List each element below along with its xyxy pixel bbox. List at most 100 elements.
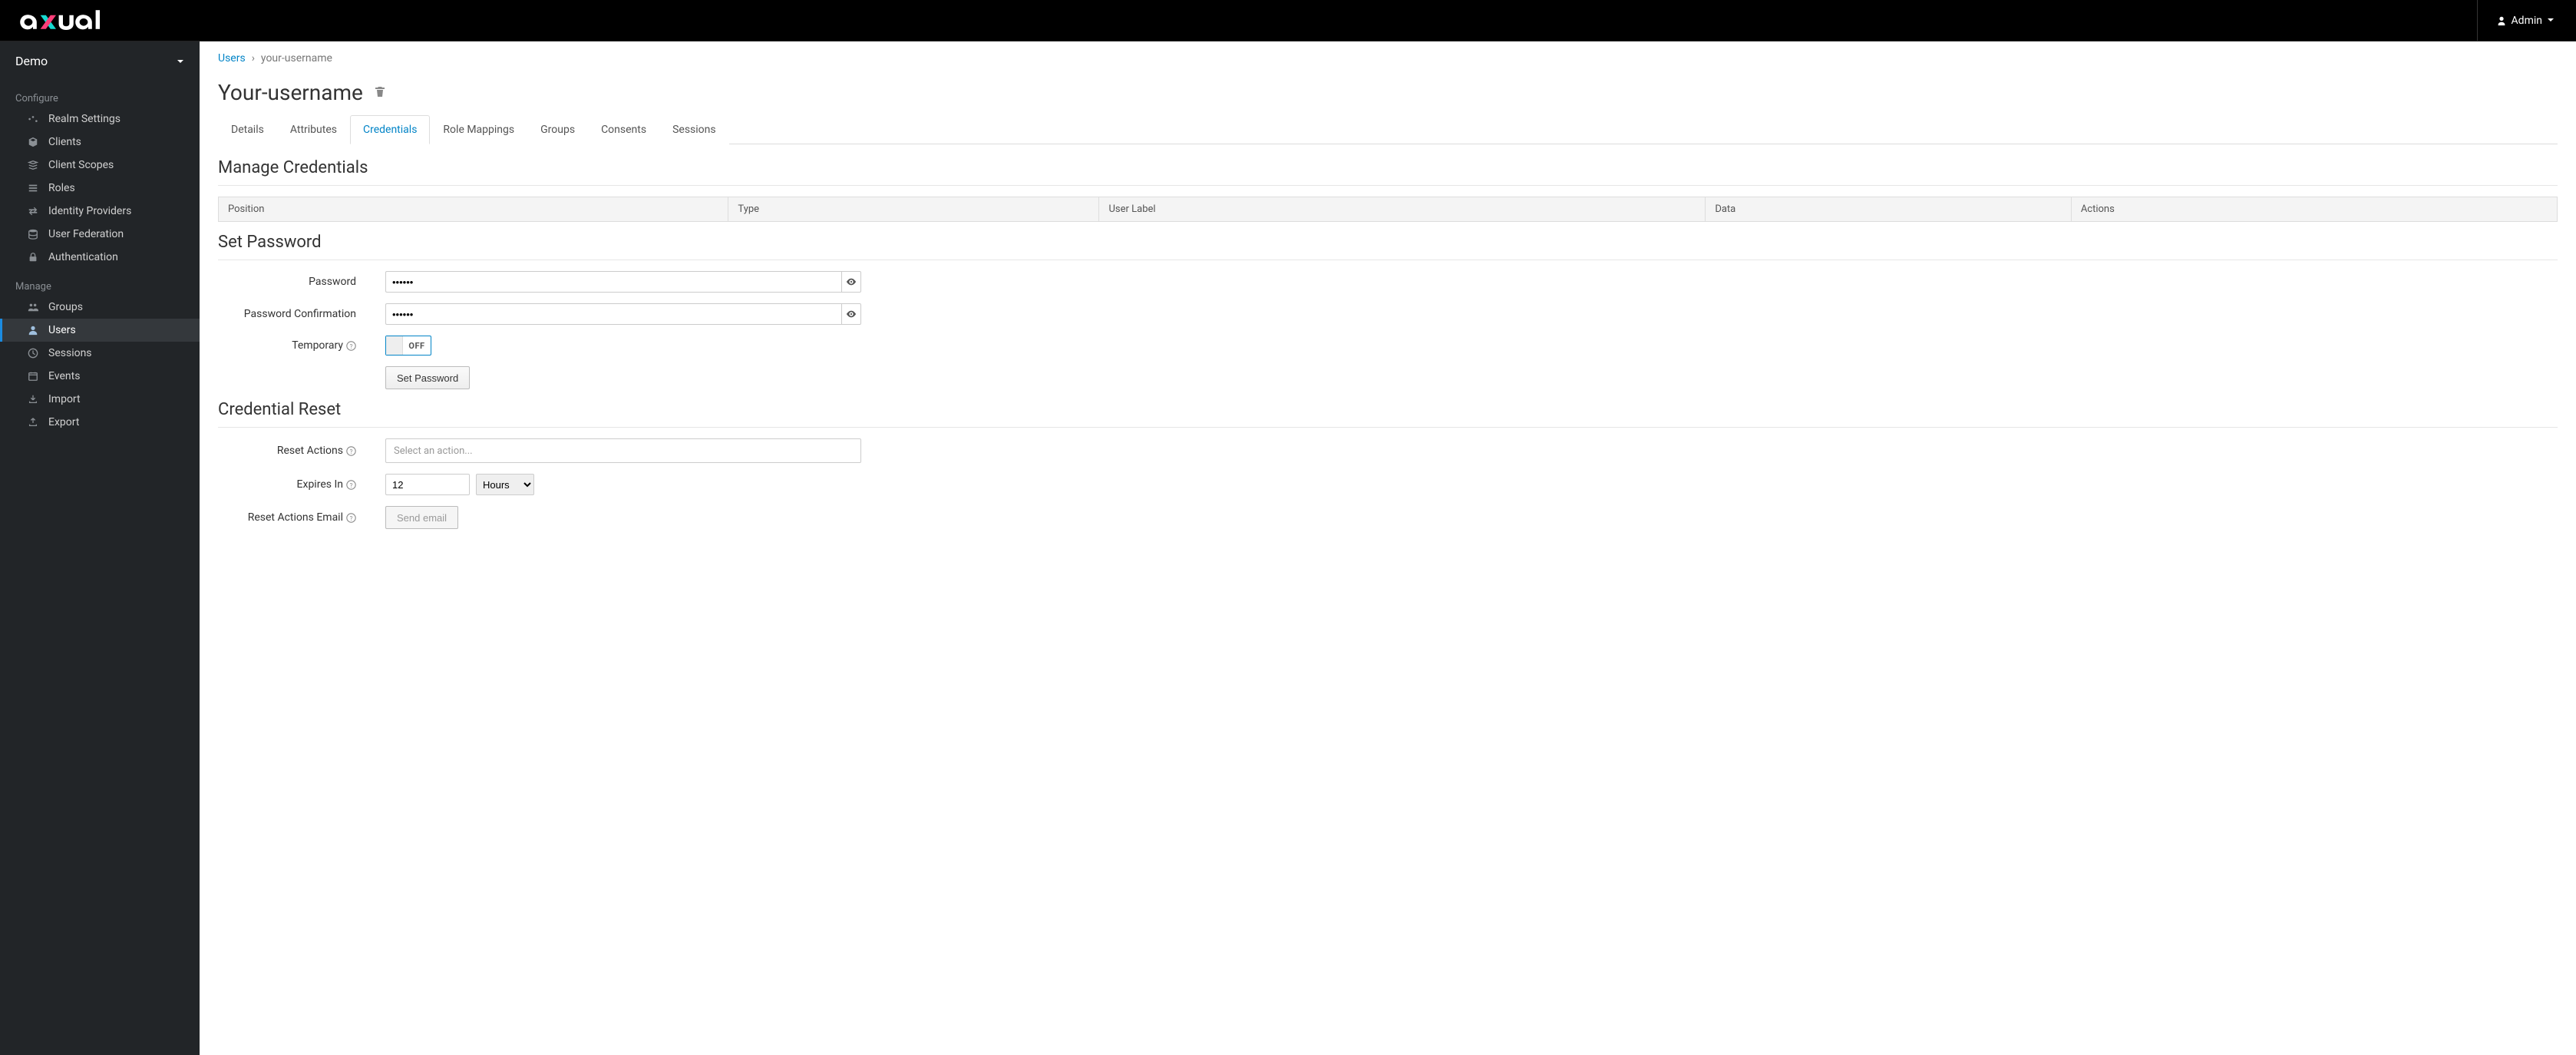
svg-text:?: ?	[350, 514, 353, 521]
table-header: User Label	[1099, 197, 1706, 222]
sidebar-item-clients[interactable]: Clients	[0, 131, 200, 154]
breadcrumb-current: your-username	[261, 52, 332, 64]
section-set-password: Set Password	[218, 233, 2558, 252]
tab-groups[interactable]: Groups	[527, 115, 588, 144]
sidebar-item-realm-settings[interactable]: Realm Settings	[0, 107, 200, 131]
reset-actions-placeholder: Select an action...	[394, 445, 473, 457]
sidebar-item-authentication[interactable]: Authentication	[0, 246, 200, 269]
clock-icon	[27, 347, 39, 359]
breadcrumb: Users › your-username	[218, 52, 2558, 64]
sidebar-item-label: Events	[48, 370, 80, 382]
svg-text:?: ?	[350, 342, 353, 349]
realm-name: Demo	[15, 54, 48, 68]
toggle-label: OFF	[403, 341, 431, 351]
reset-actions-email-label: Reset Actions Email	[248, 511, 343, 524]
group-icon	[27, 301, 39, 313]
sidebar-item-groups[interactable]: Groups	[0, 296, 200, 319]
realm-selector[interactable]: Demo	[0, 41, 200, 81]
sidebar-item-client-scopes[interactable]: Client Scopes	[0, 154, 200, 177]
chevron-down-icon	[2547, 15, 2555, 27]
help-icon[interactable]: ?	[346, 480, 356, 490]
sidebar-item-sessions[interactable]: Sessions	[0, 342, 200, 365]
help-icon[interactable]: ?	[346, 446, 356, 456]
calendar-icon	[27, 370, 39, 382]
cube-icon	[27, 136, 39, 148]
section-manage-credentials: Manage Credentials	[218, 158, 2558, 177]
eye-icon[interactable]	[841, 303, 861, 325]
expires-value-input[interactable]	[385, 474, 470, 495]
tab-consents[interactable]: Consents	[588, 115, 659, 144]
table-header: Data	[1706, 197, 2071, 222]
send-email-button[interactable]: Send email	[385, 506, 458, 529]
sidebar-section-manage: Manage	[0, 269, 200, 296]
table-header: Actions	[2071, 197, 2557, 222]
svg-text:?: ?	[350, 447, 353, 455]
password-input[interactable]	[385, 271, 841, 293]
expires-in-label: Expires In	[297, 478, 343, 491]
user-icon	[27, 324, 39, 336]
user-menu[interactable]: Admin	[2477, 0, 2564, 41]
sidebar-item-label: User Federation	[48, 228, 124, 240]
sidebar-item-label: Identity Providers	[48, 205, 131, 217]
sidebar-item-export[interactable]: Export	[0, 411, 200, 434]
tab-details[interactable]: Details	[218, 115, 277, 144]
sidebar-item-users[interactable]: Users	[0, 319, 200, 342]
chevron-right-icon: ›	[252, 52, 255, 64]
reset-actions-label: Reset Actions	[277, 445, 343, 457]
help-icon[interactable]: ?	[346, 513, 356, 523]
sidebar-item-label: Sessions	[48, 347, 92, 359]
reset-actions-select[interactable]: Select an action...	[385, 438, 861, 463]
set-password-button[interactable]: Set Password	[385, 366, 470, 389]
tab-sessions[interactable]: Sessions	[659, 115, 729, 144]
password-confirmation-input[interactable]	[385, 303, 841, 325]
sidebar-item-label: Roles	[48, 182, 75, 194]
sidebar-item-label: Client Scopes	[48, 159, 114, 171]
sidebar-item-events[interactable]: Events	[0, 365, 200, 388]
credentials-table: PositionTypeUser LabelDataActions	[218, 197, 2558, 222]
main-content: Users › your-username Your-username Deta…	[200, 41, 2576, 1055]
section-credential-reset: Credential Reset	[218, 400, 2558, 419]
chevron-down-icon	[177, 54, 184, 68]
table-header: Type	[728, 197, 1099, 222]
trash-icon[interactable]	[374, 85, 386, 101]
sidebar-item-label: Users	[48, 324, 76, 336]
temporary-label: Temporary	[292, 339, 343, 352]
temporary-toggle[interactable]: OFF	[385, 336, 431, 356]
password-label: Password	[309, 276, 356, 288]
sidebar-item-label: Groups	[48, 301, 83, 313]
eye-icon[interactable]	[841, 271, 861, 293]
sidebar-item-label: Authentication	[48, 251, 118, 263]
sliders-icon	[27, 113, 39, 125]
sidebar-section-configure: Configure	[0, 81, 200, 107]
import-icon	[27, 393, 39, 405]
tab-credentials[interactable]: Credentials	[350, 115, 430, 144]
tabs: DetailsAttributesCredentialsRole Mapping…	[218, 114, 2558, 144]
lock-icon	[27, 251, 39, 263]
sidebar-item-label: Export	[48, 416, 79, 428]
sidebar-item-label: Realm Settings	[48, 113, 121, 125]
sidebar-item-label: Import	[48, 393, 81, 405]
svg-text:?: ?	[350, 481, 353, 488]
page-title: Your-username	[218, 80, 363, 105]
sidebar: Demo Configure Realm Settings Clients Clie…	[0, 41, 200, 1055]
sidebar-item-identity-providers[interactable]: Identity Providers	[0, 200, 200, 223]
user-label: Admin	[2512, 15, 2542, 27]
help-icon[interactable]: ?	[346, 341, 356, 351]
exchange-icon	[27, 205, 39, 217]
stack-icon	[27, 159, 39, 171]
list-icon	[27, 182, 39, 194]
user-icon	[2496, 15, 2507, 26]
brand-logo	[12, 8, 127, 34]
database-icon	[27, 228, 39, 240]
sidebar-item-roles[interactable]: Roles	[0, 177, 200, 200]
sidebar-item-import[interactable]: Import	[0, 388, 200, 411]
tab-attributes[interactable]: Attributes	[277, 115, 350, 144]
topbar: Admin	[0, 0, 2576, 41]
breadcrumb-root[interactable]: Users	[218, 52, 246, 64]
password-confirmation-label: Password Confirmation	[244, 308, 356, 320]
sidebar-item-label: Clients	[48, 136, 81, 148]
expires-unit-select[interactable]: MinutesHoursDays	[476, 474, 534, 495]
sidebar-item-user-federation[interactable]: User Federation	[0, 223, 200, 246]
tab-role-mappings[interactable]: Role Mappings	[430, 115, 527, 144]
table-header: Position	[219, 197, 728, 222]
